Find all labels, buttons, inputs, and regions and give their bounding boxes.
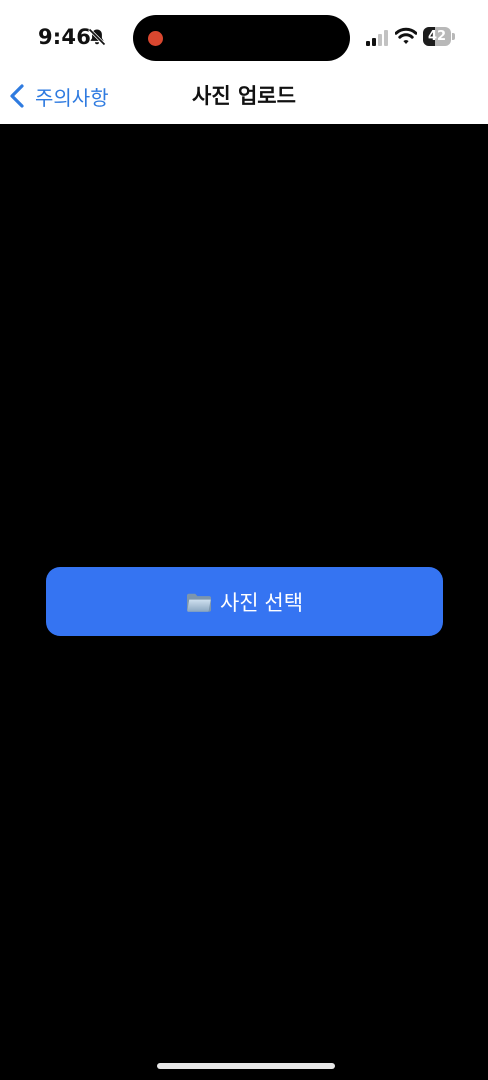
cellular-signal-icon — [366, 30, 388, 46]
bell-slash-icon — [88, 28, 106, 46]
select-photo-button[interactable]: 사진 선택 — [46, 567, 443, 636]
home-indicator[interactable] — [157, 1063, 335, 1069]
top-bar: 9:46 42 주의사항 사진 업로드 — [0, 0, 488, 124]
folder-icon — [186, 593, 211, 612]
battery-body: 42 — [423, 27, 451, 46]
select-photo-label: 사진 선택 — [219, 591, 304, 615]
battery-cap — [452, 33, 455, 40]
screen: 9:46 42 주의사항 사진 업로드 사진 선택 — [0, 0, 488, 1080]
dynamic-island — [133, 15, 350, 61]
battery-icon: 42 — [423, 27, 456, 46]
wifi-icon — [395, 27, 417, 44]
page-title: 사진 업로드 — [192, 84, 296, 108]
recording-indicator — [148, 31, 163, 46]
status-time: 9:46 — [38, 25, 92, 49]
battery-level: 42 — [427, 29, 447, 44]
